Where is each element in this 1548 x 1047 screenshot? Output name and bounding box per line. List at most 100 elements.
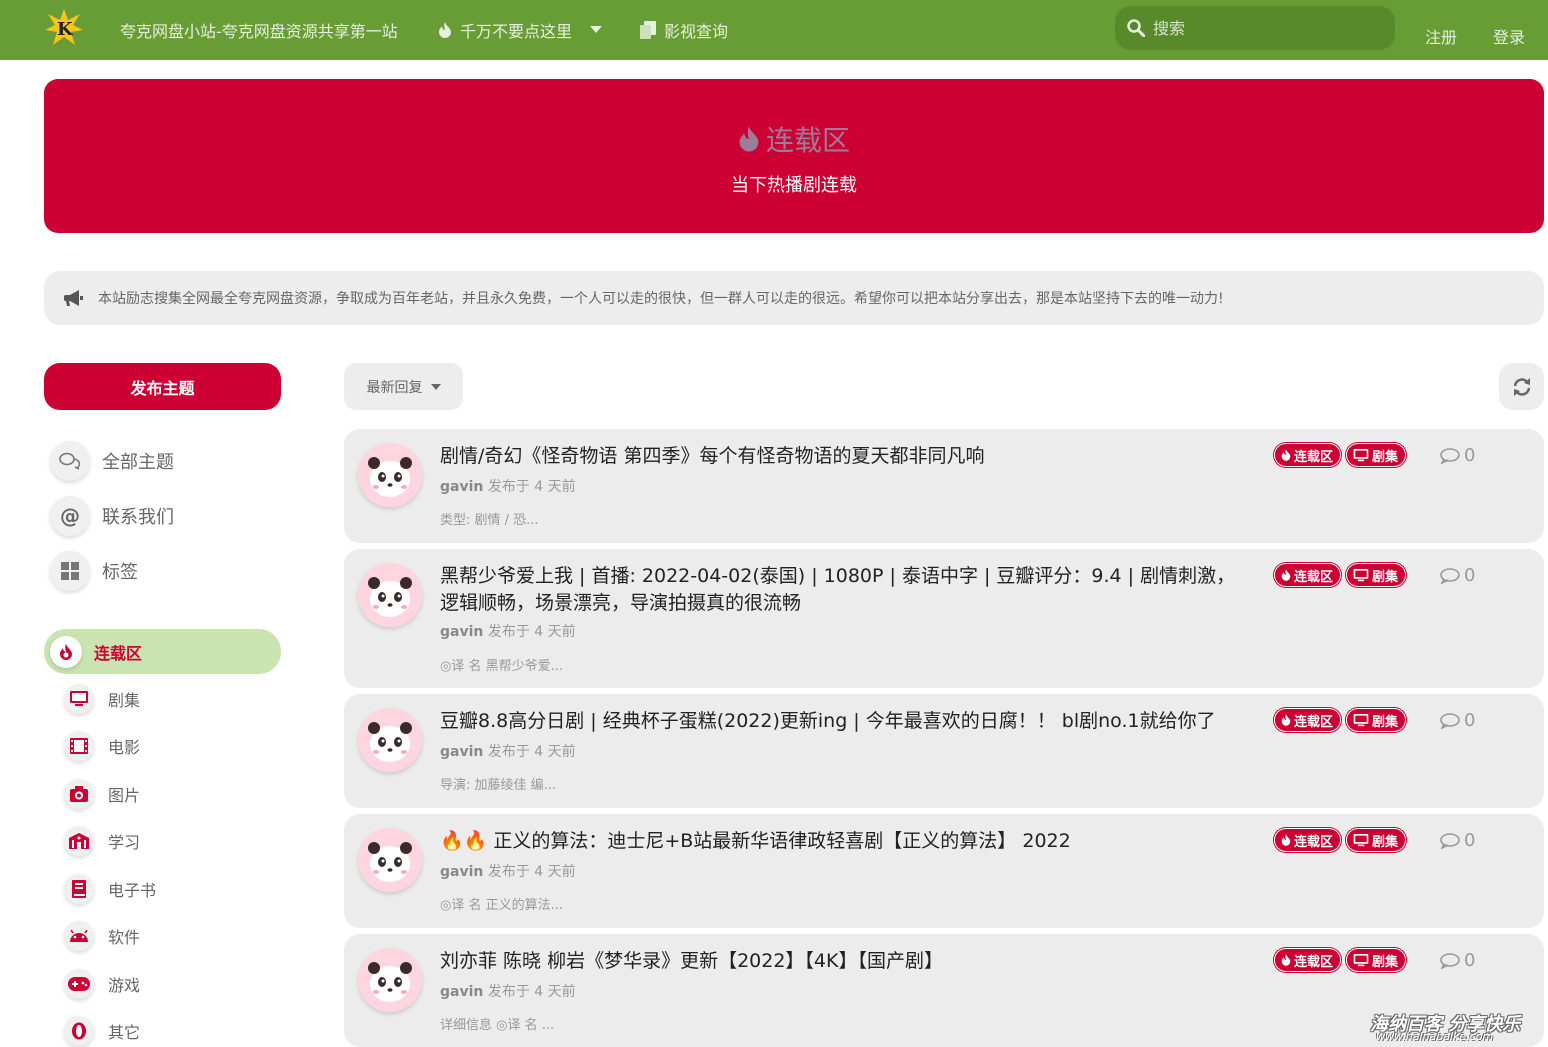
discussion-excerpt: 导演: 加藤绫佳 编... bbox=[440, 778, 557, 793]
sidebar-tag-label: 电子书 bbox=[108, 881, 157, 900]
post-time: 发布于 4 天前 bbox=[487, 744, 576, 760]
sidebar-tag-active-label: 连载区 bbox=[94, 643, 143, 663]
android-icon bbox=[64, 921, 94, 951]
tag-badge-series[interactable]: 剧集 bbox=[1346, 948, 1407, 972]
discussion-excerpt: 详细信息 ◎译 名 ... bbox=[440, 1018, 555, 1033]
start-discussion-button[interactable]: 发布主题 bbox=[44, 363, 281, 410]
sidebar-tag-label: 剧集 bbox=[108, 691, 141, 710]
tag-badge-serial[interactable]: 连载区 bbox=[1274, 828, 1342, 852]
sidebar-tag-software[interactable]: 软件 bbox=[64, 921, 140, 951]
sidebar-tag-other[interactable]: 其它 bbox=[64, 1016, 140, 1046]
fire-icon bbox=[50, 635, 82, 668]
comment-icon bbox=[1440, 712, 1460, 729]
comment-icon bbox=[1440, 952, 1460, 969]
tag-badge-serial[interactable]: 连载区 bbox=[1274, 443, 1342, 467]
fire-icon bbox=[739, 126, 759, 152]
sidebar-tag-series[interactable]: 剧集 bbox=[64, 684, 140, 714]
tag-badge-label: 连载区 bbox=[1294, 954, 1334, 970]
author-name[interactable]: gavin bbox=[440, 864, 483, 880]
top-header: K 夸克网盘小站-夸克网盘资源共享第一站 千万不要点这里 影视查询 注册 登录 bbox=[0, 0, 1548, 60]
nav-dont-click-dropdown[interactable]: 千万不要点这里 bbox=[438, 18, 603, 42]
fire-icon bbox=[1281, 834, 1291, 846]
sidebar-tag-games[interactable]: 游戏 bbox=[64, 969, 140, 999]
tag-badge-label: 剧集 bbox=[1372, 954, 1399, 970]
discussion-title[interactable]: 剧情/奇幻《怪奇物语 第四季》每个有怪奇物语的夏天都非同凡响 bbox=[440, 443, 1240, 470]
tag-badge-label: 剧集 bbox=[1372, 569, 1399, 585]
author-name[interactable]: gavin bbox=[440, 479, 483, 495]
discussion-excerpt: ◎译 名 正义的算法... bbox=[440, 898, 564, 913]
tag-badge-label: 连载区 bbox=[1294, 449, 1334, 465]
tag-badge-series[interactable]: 剧集 bbox=[1346, 708, 1407, 732]
tag-badge-serial[interactable]: 连载区 bbox=[1274, 948, 1342, 972]
sidebar-tag-active[interactable]: 连载区 bbox=[44, 629, 281, 674]
tag-badge-label: 连载区 bbox=[1294, 834, 1334, 850]
nav-movie-query-label: 影视查询 bbox=[664, 22, 729, 41]
sidebar-item-all-discussions[interactable]: 全部主题 bbox=[50, 441, 174, 481]
discussion-title[interactable]: 豆瓣8.8高分日剧 | 经典杯子蛋糕(2022)更新ing | 今年最喜欢的日腐… bbox=[440, 708, 1240, 735]
sidebar-tag-movie[interactable]: 电影 bbox=[64, 731, 140, 761]
hero-title: 连载区 bbox=[765, 124, 850, 157]
tag-badge-serial[interactable]: 连载区 bbox=[1274, 563, 1342, 587]
reply-count: 0 bbox=[1440, 565, 1475, 586]
svg-text:K: K bbox=[57, 19, 74, 40]
discussion-item[interactable]: 豆瓣8.8高分日剧 | 经典杯子蛋糕(2022)更新ing | 今年最喜欢的日腐… bbox=[344, 694, 1544, 808]
sort-dropdown[interactable]: 最新回复 bbox=[344, 363, 463, 410]
sidebar-item-label: 联系我们 bbox=[102, 507, 174, 528]
sidebar-tag-label: 游戏 bbox=[108, 976, 141, 995]
refresh-icon bbox=[1513, 377, 1530, 396]
discussion-item[interactable]: 刘亦菲 陈晓 柳岩《梦华录》更新【2022】【4K】【国产剧】 gavin 发布… bbox=[344, 934, 1544, 1047]
comments-icon bbox=[50, 441, 90, 481]
tv-icon bbox=[1353, 568, 1369, 581]
reply-count-value: 0 bbox=[1464, 950, 1476, 971]
copy-icon bbox=[640, 21, 656, 39]
site-title[interactable]: 夸克网盘小站-夸克网盘资源共享第一站 bbox=[120, 18, 398, 42]
tag-badge-label: 连载区 bbox=[1294, 569, 1334, 585]
author-name[interactable]: gavin bbox=[440, 984, 483, 1000]
tag-badge-series[interactable]: 剧集 bbox=[1346, 563, 1407, 587]
discussion-item[interactable]: 剧情/奇幻《怪奇物语 第四季》每个有怪奇物语的夏天都非同凡响 gavin 发布于… bbox=[344, 429, 1544, 543]
sidebar-tag-pictures[interactable]: 图片 bbox=[64, 779, 140, 809]
sidebar-tag-study[interactable]: 学习 bbox=[64, 826, 140, 856]
panda-avatar[interactable] bbox=[358, 828, 422, 892]
tag-badges: 连载区 剧集 bbox=[1274, 563, 1407, 587]
search-input[interactable] bbox=[1153, 18, 1373, 38]
sidebar-tag-ebook[interactable]: 电子书 bbox=[64, 874, 156, 904]
discussion-title[interactable]: 🔥🔥 正义的算法：迪士尼+B站最新华语律政轻喜剧【正义的算法】 2022 bbox=[440, 828, 1240, 855]
site-logo[interactable]: K bbox=[44, 8, 84, 48]
panda-avatar[interactable] bbox=[358, 948, 422, 1012]
nav-movie-query[interactable]: 影视查询 bbox=[640, 18, 728, 42]
search-box[interactable] bbox=[1115, 6, 1395, 50]
sidebar-tag-label: 学习 bbox=[108, 833, 141, 852]
fire-icon bbox=[1281, 569, 1291, 581]
discussion-title[interactable]: 刘亦菲 陈晓 柳岩《梦华录》更新【2022】【4K】【国产剧】 bbox=[440, 948, 1240, 975]
sidebar-item-contact[interactable]: @ 联系我们 bbox=[50, 496, 174, 536]
discussion-title[interactable]: 黑帮少爷爱上我 | 首播: 2022-04-02(泰国) | 1080P | 泰… bbox=[440, 563, 1240, 617]
comment-icon bbox=[1440, 832, 1460, 849]
fire-icon bbox=[1281, 449, 1291, 461]
tag-badge-label: 连载区 bbox=[1294, 714, 1334, 730]
at-icon: @ bbox=[50, 496, 90, 536]
sidebar-tag-label: 图片 bbox=[108, 786, 141, 805]
caret-down-icon bbox=[430, 383, 441, 390]
gamepad-icon bbox=[64, 969, 94, 999]
reply-count: 0 bbox=[1440, 950, 1475, 971]
announcement-bar: 本站励志搜集全网最全夸克网盘资源，争取成为百年老站，并且永久免费，一个人可以走的… bbox=[44, 271, 1544, 325]
discussion-meta: gavin 发布于 4 天前 bbox=[440, 621, 576, 641]
tag-badge-series[interactable]: 剧集 bbox=[1346, 828, 1407, 852]
register-link[interactable]: 注册 bbox=[1425, 24, 1457, 48]
panda-avatar[interactable] bbox=[358, 708, 422, 772]
tag-badge-serial[interactable]: 连载区 bbox=[1274, 708, 1342, 732]
discussion-item[interactable]: 黑帮少爷爱上我 | 首播: 2022-04-02(泰国) | 1080P | 泰… bbox=[344, 549, 1544, 688]
panda-avatar[interactable] bbox=[358, 563, 422, 627]
nav-dont-click-label: 千万不要点这里 bbox=[460, 22, 573, 41]
sidebar-item-tags[interactable]: 标签 bbox=[50, 551, 138, 591]
login-link[interactable]: 登录 bbox=[1493, 24, 1525, 48]
grid-icon bbox=[50, 551, 90, 591]
panda-avatar[interactable] bbox=[358, 443, 422, 507]
tag-badge-series[interactable]: 剧集 bbox=[1346, 443, 1407, 467]
author-name[interactable]: gavin bbox=[440, 744, 483, 760]
author-name[interactable]: gavin bbox=[440, 624, 483, 640]
discussion-item[interactable]: 🔥🔥 正义的算法：迪士尼+B站最新华语律政轻喜剧【正义的算法】 2022 gav… bbox=[344, 814, 1544, 928]
reply-count-value: 0 bbox=[1464, 565, 1476, 586]
refresh-button[interactable] bbox=[1499, 363, 1544, 410]
